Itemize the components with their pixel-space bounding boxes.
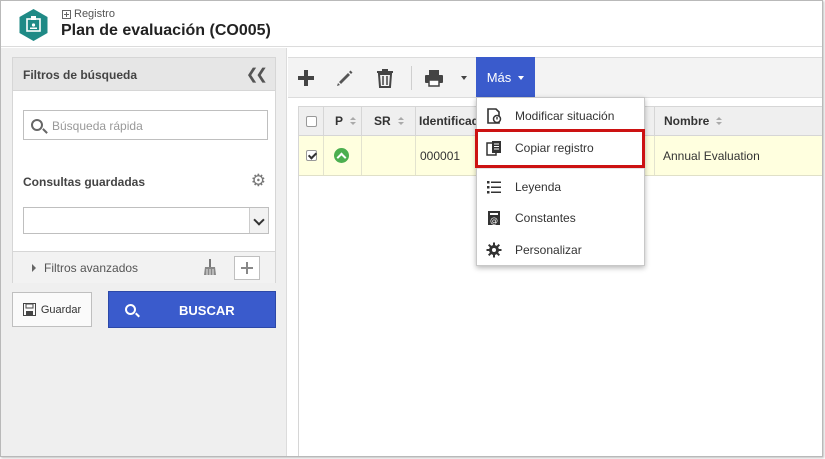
menu-item-label: Leyenda xyxy=(515,180,562,194)
filter-panel: Filtros de búsqueda ❮❮ Búsqueda rápida C… xyxy=(1,48,287,456)
search-icon xyxy=(125,304,136,315)
menu-separator xyxy=(477,168,644,169)
caret-right-icon xyxy=(32,264,36,272)
collapse-panel-icon[interactable]: ❮❮ xyxy=(246,65,268,83)
save-label: Guardar xyxy=(40,303,82,316)
add-filter-button[interactable] xyxy=(234,256,260,280)
more-button[interactable]: Más xyxy=(476,57,535,98)
name-cell: Annual Evaluation xyxy=(654,136,822,175)
menu-item-modificar-situacion[interactable]: Modificar situación xyxy=(477,100,644,132)
toolbar-separator xyxy=(411,66,412,90)
select-all-checkbox[interactable] xyxy=(305,115,317,127)
svg-text:@: @ xyxy=(490,216,498,225)
search-icon xyxy=(31,119,43,131)
sort-icon xyxy=(716,116,723,126)
more-label: Más xyxy=(486,70,512,85)
modify-status-icon xyxy=(487,108,502,124)
expand-icon xyxy=(62,9,71,19)
chevron-down-icon xyxy=(518,75,525,80)
chevron-down-icon xyxy=(461,75,467,80)
add-button[interactable] xyxy=(294,58,318,97)
filter-header: Filtros de búsqueda ❮❮ xyxy=(13,58,275,91)
quick-search-input[interactable]: Búsqueda rápida xyxy=(23,110,268,140)
menu-item-label: Personalizar xyxy=(515,243,582,257)
column-header-label: Nombre xyxy=(664,114,710,128)
column-header-nombre[interactable]: Nombre xyxy=(654,107,822,135)
search-button-label: BUSCAR xyxy=(179,303,235,318)
status-ok-icon xyxy=(334,148,349,163)
copy-record-icon xyxy=(486,141,501,156)
constants-icon: @ xyxy=(488,211,500,225)
filter-box: Filtros de búsqueda ❮❮ Búsqueda rápida C… xyxy=(12,57,276,283)
printer-icon xyxy=(425,69,443,87)
chevron-down-icon[interactable] xyxy=(249,208,268,233)
more-dropdown-menu: Modificar situación Copiar registro Leye… xyxy=(476,97,645,266)
menu-item-label: Copiar registro xyxy=(515,141,594,155)
toolbar: Más xyxy=(288,57,822,98)
column-header-label: P xyxy=(335,114,344,128)
floppy-icon xyxy=(22,303,36,316)
filters-title: Filtros de búsqueda xyxy=(23,68,138,82)
saved-queries-gear-icon[interactable]: ⚙ xyxy=(251,172,266,189)
menu-item-leyenda[interactable]: Leyenda xyxy=(477,171,644,203)
pencil-icon xyxy=(337,70,353,86)
status-cell xyxy=(324,136,362,175)
legend-icon xyxy=(487,181,501,194)
trash-icon xyxy=(377,68,393,88)
menu-item-label: Modificar situación xyxy=(515,109,615,123)
gear-icon xyxy=(486,242,502,258)
print-button[interactable] xyxy=(421,58,447,97)
print-options-button[interactable] xyxy=(458,58,470,97)
header: Registro Plan de evaluación (CO005) xyxy=(1,1,822,47)
search-button[interactable]: BUSCAR xyxy=(108,291,276,328)
menu-item-copiar-registro[interactable]: Copiar registro xyxy=(477,132,644,164)
column-header-sr[interactable]: SR xyxy=(362,107,416,135)
saved-queries-label: Consultas guardadas xyxy=(23,175,146,189)
column-header-p[interactable]: P xyxy=(324,107,362,135)
delete-button[interactable] xyxy=(373,58,397,97)
menu-item-label: Constantes xyxy=(515,211,576,225)
breadcrumb-label: Registro xyxy=(74,8,115,20)
sort-icon xyxy=(397,116,404,126)
edit-button[interactable] xyxy=(333,58,357,97)
column-header-label: SR xyxy=(374,114,391,128)
app-window: Registro Plan de evaluación (CO005) Filt… xyxy=(0,0,823,457)
advanced-filters-row[interactable]: Filtros avanzados xyxy=(13,251,275,283)
registry-app-icon xyxy=(19,9,48,41)
advanced-filters-label[interactable]: Filtros avanzados xyxy=(44,261,138,275)
clear-filters-icon[interactable] xyxy=(203,258,217,276)
page-title: Plan de evaluación (CO005) xyxy=(61,22,271,39)
plus-icon xyxy=(298,69,314,86)
row-checkbox[interactable] xyxy=(305,150,317,161)
save-button[interactable]: Guardar xyxy=(12,292,92,327)
sr-cell xyxy=(362,136,416,175)
row-select-cell[interactable] xyxy=(299,136,324,175)
saved-queries-select[interactable] xyxy=(23,207,269,234)
sort-icon xyxy=(350,116,357,126)
select-all-cell[interactable] xyxy=(299,107,324,135)
quick-search-placeholder: Búsqueda rápida xyxy=(52,119,143,133)
menu-item-constantes[interactable]: @ Constantes xyxy=(477,202,644,234)
breadcrumb[interactable]: Registro xyxy=(62,8,115,20)
menu-item-personalizar[interactable]: Personalizar xyxy=(477,234,644,266)
